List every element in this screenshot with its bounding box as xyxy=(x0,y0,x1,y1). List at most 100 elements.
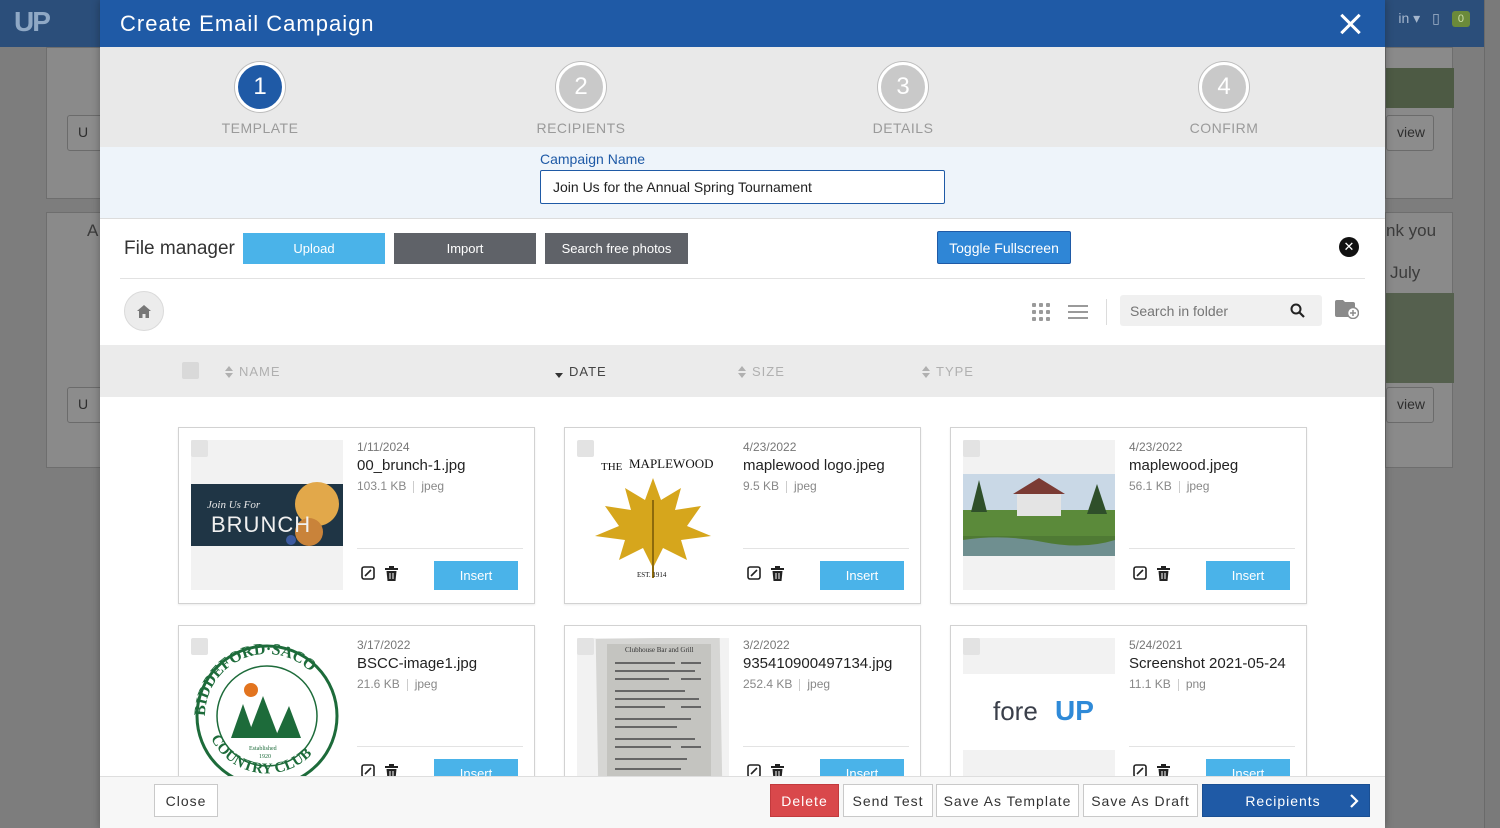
file-checkbox[interactable] xyxy=(191,440,208,457)
list-view-icon[interactable] xyxy=(1068,305,1088,319)
file-thumbnail[interactable]: fore UP xyxy=(963,638,1115,776)
trash-icon[interactable] xyxy=(385,764,398,776)
file-checkbox[interactable] xyxy=(191,638,208,655)
file-thumbnail[interactable]: BIDDEFORD·SACO COUNTRY CLUB Established … xyxy=(191,638,343,776)
file-date: 4/23/2022 xyxy=(743,440,797,454)
svg-text:1920: 1920 xyxy=(259,754,271,760)
file-name: maplewood logo.jpeg xyxy=(743,457,885,474)
send-test-button[interactable]: Send Test xyxy=(843,784,933,817)
wizard-steps: 1 TEMPLATE 2 RECIPIENTS 3 DETAILS 4 CONF… xyxy=(100,47,1385,147)
create-campaign-modal: Create Email Campaign 1 TEMPLATE 2 RECIP… xyxy=(100,0,1385,828)
select-all-checkbox[interactable] xyxy=(182,362,199,379)
search-icon[interactable] xyxy=(1290,303,1305,318)
home-folder-button[interactable] xyxy=(124,291,164,331)
svg-text:fore: fore xyxy=(993,696,1038,726)
save-as-template-button[interactable]: Save As Template xyxy=(936,784,1079,817)
add-folder-icon[interactable] xyxy=(1335,299,1360,324)
file-name: Screenshot 2021-05-24 xyxy=(1129,655,1286,672)
trash-icon[interactable] xyxy=(771,764,784,776)
close-modal-icon[interactable] xyxy=(1337,10,1365,38)
sort-date[interactable]: DATE xyxy=(555,364,607,379)
file-date: 3/17/2022 xyxy=(357,638,411,652)
file-checkbox[interactable] xyxy=(963,638,980,655)
grid-view-icon[interactable] xyxy=(1032,303,1050,321)
modal-title: Create Email Campaign xyxy=(120,10,375,36)
trash-icon[interactable] xyxy=(385,566,398,581)
step-recipients[interactable]: 2 RECIPIENTS xyxy=(501,62,661,136)
file-thumbnail[interactable]: THE MAPLEWOOD EST. 1914 xyxy=(577,440,729,590)
sort-type[interactable]: TYPE xyxy=(922,364,974,379)
file-card[interactable]: BIDDEFORD·SACO COUNTRY CLUB Established … xyxy=(178,625,535,776)
trash-icon[interactable] xyxy=(1157,764,1170,776)
step-number: 3 xyxy=(878,62,928,112)
step-details[interactable]: 3 DETAILS xyxy=(823,62,983,136)
close-button[interactable]: Close xyxy=(154,784,218,817)
trash-icon[interactable] xyxy=(771,566,784,581)
edit-icon[interactable] xyxy=(747,566,761,580)
trash-icon[interactable] xyxy=(1157,566,1170,581)
file-meta: 3/2/2022 935410900497134.jpg 252.4 KB jpe… xyxy=(743,638,911,691)
divider xyxy=(743,746,909,747)
file-checkbox[interactable] xyxy=(577,440,594,457)
folder-search-input[interactable] xyxy=(1130,302,1290,319)
file-date: 5/24/2021 xyxy=(1129,638,1183,652)
import-button[interactable]: Import xyxy=(394,233,536,264)
file-card[interactable]: 4/23/2022 maplewood.jpeg 56.1 KB jpeg Ins… xyxy=(950,427,1307,604)
view-toggle xyxy=(1032,303,1088,321)
file-checkbox[interactable] xyxy=(577,638,594,655)
save-as-draft-button[interactable]: Save As Draft xyxy=(1083,784,1198,817)
file-card[interactable]: Join Us For BRUNCH 1/11/2024 00_brunch-1… xyxy=(178,427,535,604)
file-card[interactable]: Clubhouse Bar and Grill 3/2/2022 9354109… xyxy=(564,625,921,776)
next-recipients-button[interactable]: Recipients xyxy=(1202,784,1370,817)
svg-text:THE: THE xyxy=(601,461,623,473)
user-menu[interactable]: in ▾ xyxy=(1398,10,1420,27)
file-date: 1/11/2024 xyxy=(357,440,410,454)
step-template[interactable]: 1 TEMPLATE xyxy=(180,62,340,136)
step-number: 4 xyxy=(1199,62,1249,112)
delete-button[interactable]: Delete xyxy=(770,784,839,817)
sort-size[interactable]: SIZE xyxy=(738,364,785,379)
step-label: RECIPIENTS xyxy=(536,120,626,136)
edit-icon[interactable] xyxy=(1133,566,1147,580)
sort-icon xyxy=(555,366,563,378)
file-info: 103.1 KB jpeg xyxy=(357,479,445,493)
sort-icon xyxy=(738,365,746,378)
bg-view-button-2: view xyxy=(1386,387,1434,423)
folder-search-box xyxy=(1120,295,1322,326)
file-meta: 3/17/2022 BSCC-image1.jpg 21.6 KB jpeg xyxy=(357,638,525,691)
close-file-manager-icon[interactable]: ✕ xyxy=(1339,237,1359,257)
file-card[interactable]: THE MAPLEWOOD EST. 1914 4/23/2022 maplew… xyxy=(564,427,921,604)
file-thumbnail[interactable]: Clubhouse Bar and Grill xyxy=(577,638,729,776)
file-card[interactable]: fore UP 5/24/2021 Screenshot 2021-05-24 … xyxy=(950,625,1307,776)
toolbar-divider xyxy=(1106,299,1107,325)
file-info: 21.6 KB jpeg xyxy=(357,677,438,691)
file-meta: 4/23/2022 maplewood logo.jpeg 9.5 KB jpeg xyxy=(743,440,911,493)
file-thumbnail[interactable] xyxy=(963,440,1115,590)
insert-button[interactable]: Insert xyxy=(820,759,904,776)
edit-icon[interactable] xyxy=(1133,764,1147,776)
home-icon xyxy=(137,304,151,318)
file-checkbox[interactable] xyxy=(963,440,980,457)
topbar-right: in ▾ ▯ 0 xyxy=(1398,10,1470,27)
insert-button[interactable]: Insert xyxy=(434,759,518,776)
upload-button[interactable]: Upload xyxy=(243,233,385,264)
modal-header: Create Email Campaign xyxy=(100,0,1385,47)
file-list-header: NAME DATE SIZE TYPE xyxy=(100,345,1385,397)
insert-button[interactable]: Insert xyxy=(1206,759,1290,776)
file-info: 9.5 KB jpeg xyxy=(743,479,817,493)
edit-icon[interactable] xyxy=(361,764,375,776)
insert-button[interactable]: Insert xyxy=(820,561,904,590)
page-scrollbar[interactable] xyxy=(1484,0,1500,828)
bg-left-letter: A xyxy=(87,221,99,240)
search-free-photos-button[interactable]: Search free photos xyxy=(545,233,688,264)
file-thumbnail[interactable]: Join Us For BRUNCH xyxy=(191,440,343,590)
sort-name[interactable]: NAME xyxy=(225,364,281,379)
toggle-fullscreen-button[interactable]: Toggle Fullscreen xyxy=(937,231,1071,264)
edit-icon[interactable] xyxy=(747,764,761,776)
insert-button[interactable]: Insert xyxy=(434,561,518,590)
insert-button[interactable]: Insert xyxy=(1206,561,1290,590)
step-confirm[interactable]: 4 CONFIRM xyxy=(1144,62,1304,136)
campaign-name-input[interactable] xyxy=(540,170,945,204)
edit-icon[interactable] xyxy=(361,566,375,580)
svg-text:Established: Established xyxy=(249,746,277,752)
